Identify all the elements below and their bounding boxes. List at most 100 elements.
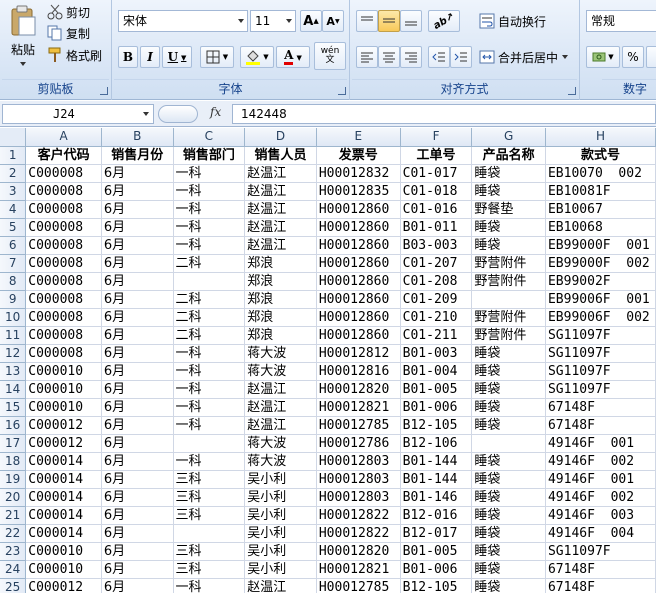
cell[interactable]: 睡袋 bbox=[471, 398, 546, 417]
cell[interactable]: 赵温江 bbox=[244, 398, 317, 417]
cell[interactable]: C000010 bbox=[25, 542, 102, 561]
cell[interactable]: B01-005 bbox=[400, 380, 473, 399]
underline-button[interactable]: U ▼ bbox=[162, 46, 192, 68]
cell[interactable]: H00012860 bbox=[316, 254, 401, 273]
cell[interactable]: 睡袋 bbox=[471, 164, 546, 183]
cell[interactable]: H00012860 bbox=[316, 290, 401, 309]
currency-button[interactable]: ▼ bbox=[586, 46, 620, 68]
dialog-launcher-icon[interactable] bbox=[338, 87, 346, 95]
cell[interactable]: C01-208 bbox=[400, 272, 473, 291]
cell[interactable]: H00012785 bbox=[316, 578, 401, 593]
column-header-c[interactable]: C bbox=[173, 128, 246, 147]
cell[interactable]: 三科 bbox=[173, 470, 246, 489]
cell[interactable]: C000010 bbox=[25, 560, 102, 579]
cell[interactable]: H00012832 bbox=[316, 164, 401, 183]
row-header[interactable]: 20 bbox=[0, 488, 27, 507]
cell[interactable]: H00012821 bbox=[316, 398, 401, 417]
comma-button[interactable]: , bbox=[646, 46, 656, 68]
cell[interactable]: EB99000F 001 bbox=[545, 236, 656, 255]
cell[interactable]: B12-105 bbox=[400, 578, 473, 593]
cell[interactable]: 6月 bbox=[101, 560, 174, 579]
cell[interactable]: 睡袋 bbox=[471, 416, 546, 435]
cell[interactable]: 6月 bbox=[101, 578, 174, 593]
cell[interactable]: 一科 bbox=[173, 218, 246, 237]
cell[interactable]: C000008 bbox=[25, 200, 102, 219]
cell[interactable]: C01-210 bbox=[400, 308, 473, 327]
cell[interactable]: C01-018 bbox=[400, 182, 473, 201]
cell[interactable]: 赵温江 bbox=[244, 200, 317, 219]
cell[interactable]: B12-016 bbox=[400, 506, 473, 525]
font-size-select[interactable]: 11 bbox=[250, 10, 296, 32]
increase-indent-button[interactable] bbox=[450, 46, 472, 68]
row-header[interactable]: 13 bbox=[0, 362, 27, 381]
cell[interactable]: B01-006 bbox=[400, 398, 473, 417]
cell[interactable]: C000014 bbox=[25, 470, 102, 489]
cell[interactable]: B12-106 bbox=[400, 434, 473, 453]
column-header-f[interactable]: F bbox=[400, 128, 473, 147]
cell[interactable]: C000008 bbox=[25, 344, 102, 363]
font-name-select[interactable]: 宋体 bbox=[118, 10, 248, 32]
cell[interactable]: B01-006 bbox=[400, 560, 473, 579]
cell[interactable]: B01-005 bbox=[400, 542, 473, 561]
cell[interactable]: 6月 bbox=[101, 506, 174, 525]
cell[interactable]: C000010 bbox=[25, 398, 102, 417]
cell[interactable]: C000008 bbox=[25, 182, 102, 201]
cell[interactable]: 一科 bbox=[173, 380, 246, 399]
cell[interactable]: 6月 bbox=[101, 380, 174, 399]
cell[interactable]: C000008 bbox=[25, 326, 102, 345]
cell[interactable]: 一科 bbox=[173, 182, 246, 201]
cell[interactable]: EB10081F bbox=[545, 182, 656, 201]
cell[interactable]: 6月 bbox=[101, 272, 174, 291]
wrap-text-button[interactable]: 自动换行 bbox=[478, 10, 547, 32]
cell[interactable]: 49146F 003 bbox=[545, 506, 656, 525]
cell[interactable]: 6月 bbox=[101, 290, 174, 309]
cell[interactable]: 吴小利 bbox=[244, 488, 317, 507]
column-header-a[interactable]: A bbox=[25, 128, 102, 147]
dialog-launcher-icon[interactable] bbox=[100, 87, 108, 95]
row-header[interactable]: 23 bbox=[0, 542, 27, 561]
cell[interactable]: B01-004 bbox=[400, 362, 473, 381]
cell[interactable]: C000008 bbox=[25, 272, 102, 291]
cell[interactable]: H00012860 bbox=[316, 272, 401, 291]
percent-button[interactable]: % bbox=[622, 46, 644, 68]
cell[interactable]: 蒋大波 bbox=[244, 452, 317, 471]
cell[interactable]: 6月 bbox=[101, 398, 174, 417]
row-header[interactable]: 12 bbox=[0, 344, 27, 363]
cell[interactable]: 二科 bbox=[173, 254, 246, 273]
cell[interactable]: EB10070 002 bbox=[545, 164, 656, 183]
header-cell[interactable]: 销售部门 bbox=[173, 146, 246, 165]
cell[interactable]: 6月 bbox=[101, 542, 174, 561]
cell[interactable]: C000008 bbox=[25, 254, 102, 273]
paste-button[interactable]: 粘贴 bbox=[4, 4, 42, 76]
cell[interactable]: 睡袋 bbox=[471, 452, 546, 471]
header-cell[interactable]: 发票号 bbox=[316, 146, 401, 165]
cell[interactable]: 睡袋 bbox=[471, 470, 546, 489]
cell[interactable]: EB99006F 001 bbox=[545, 290, 656, 309]
cell[interactable]: 6月 bbox=[101, 200, 174, 219]
row-header[interactable]: 14 bbox=[0, 380, 27, 399]
fill-color-button[interactable]: ▼ bbox=[240, 46, 274, 68]
cell[interactable]: C000010 bbox=[25, 380, 102, 399]
cell[interactable] bbox=[471, 434, 546, 453]
cell[interactable]: 67148F bbox=[545, 398, 656, 417]
header-cell[interactable]: 产品名称 bbox=[471, 146, 546, 165]
cell[interactable]: 蒋大波 bbox=[244, 434, 317, 453]
cell[interactable]: H00012822 bbox=[316, 506, 401, 525]
row-header[interactable]: 19 bbox=[0, 470, 27, 489]
cell[interactable]: 赵温江 bbox=[244, 218, 317, 237]
column-header-d[interactable]: D bbox=[244, 128, 317, 147]
column-header-e[interactable]: E bbox=[316, 128, 401, 147]
cell[interactable]: 一科 bbox=[173, 416, 246, 435]
cell[interactable] bbox=[173, 524, 246, 543]
cell[interactable]: C000008 bbox=[25, 236, 102, 255]
cell[interactable]: C000014 bbox=[25, 452, 102, 471]
cell[interactable]: 睡袋 bbox=[471, 380, 546, 399]
cell[interactable]: EB99006F 002 bbox=[545, 308, 656, 327]
cell[interactable]: 6月 bbox=[101, 344, 174, 363]
cell[interactable]: 三科 bbox=[173, 542, 246, 561]
cell[interactable]: 睡袋 bbox=[471, 506, 546, 525]
cell[interactable]: EB99000F 002 bbox=[545, 254, 656, 273]
cell[interactable]: 睡袋 bbox=[471, 524, 546, 543]
cell[interactable]: 吴小利 bbox=[244, 470, 317, 489]
grow-font-button[interactable]: A ▲ bbox=[300, 10, 322, 32]
